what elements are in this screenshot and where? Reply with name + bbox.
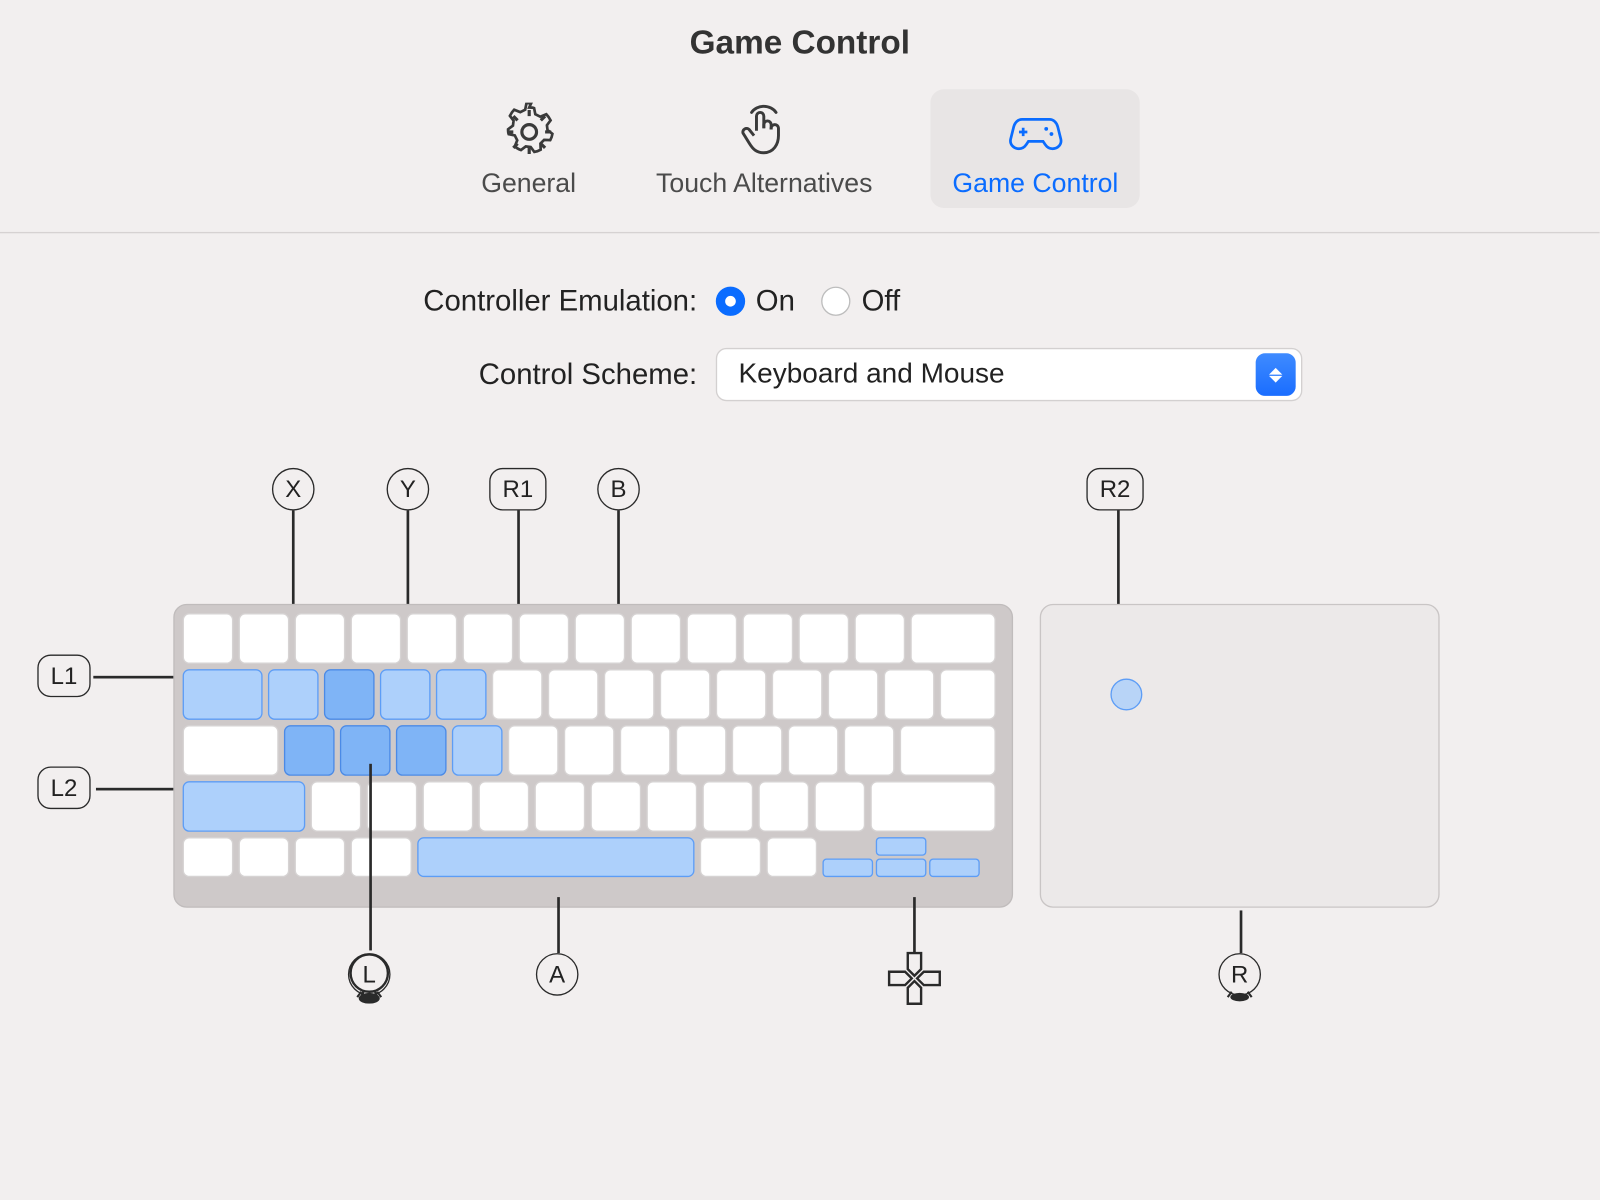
- s-key: [340, 725, 391, 776]
- tab-touch-alternatives[interactable]: Touch Alternatives: [635, 89, 894, 208]
- select-value: Keyboard and Mouse: [738, 359, 1004, 391]
- radio-label: On: [756, 284, 795, 319]
- radio-label: Off: [862, 284, 901, 319]
- divider: [0, 232, 1600, 233]
- r-key: [436, 669, 487, 720]
- game-controller-icon: [1006, 103, 1065, 162]
- thumbstick-base-icon: [355, 990, 384, 1006]
- dpad-icon: [886, 950, 942, 1006]
- control-scheme-row: Control Scheme: Keyboard and Mouse: [0, 348, 1600, 401]
- radio-dot-icon: [716, 287, 745, 316]
- callout-x: X: [272, 468, 315, 511]
- callout-r1: R1: [489, 468, 546, 511]
- callout-line: [557, 897, 559, 953]
- tab-game-control[interactable]: Game Control: [931, 89, 1140, 208]
- tab-label: General: [481, 169, 576, 200]
- callout-line: [1240, 910, 1242, 953]
- tab-general[interactable]: General: [460, 89, 598, 208]
- w-key: [324, 669, 375, 720]
- callout-line: [369, 764, 371, 951]
- gear-icon: [499, 103, 558, 162]
- callout-line: [96, 788, 179, 790]
- callout-l-stick: L: [348, 953, 391, 996]
- callout-b: B: [597, 468, 640, 511]
- controller-emulation-label: Controller Emulation:: [244, 284, 697, 319]
- keyboard-illustration: [173, 604, 1013, 908]
- shift-key: [183, 781, 306, 832]
- radio-dot-icon: [822, 287, 851, 316]
- emulation-on-radio[interactable]: On: [716, 284, 795, 319]
- select-stepper-icon: [1256, 353, 1296, 396]
- thumbstick-base-icon: [1225, 990, 1254, 1006]
- tab-bar: General Touch Alternatives Game Control: [0, 89, 1600, 232]
- callout-line: [913, 897, 915, 953]
- touch-hand-icon: [735, 103, 794, 162]
- trackpad-click-point: [1110, 678, 1142, 710]
- spacebar-key: [417, 837, 694, 877]
- keyboard-mapping-diagram: X Y R1 B R2 L1 L2: [0, 431, 1600, 1124]
- settings-section: Controller Emulation: On Off Control Sch…: [0, 284, 1600, 401]
- page-title: Game Control: [0, 0, 1600, 63]
- tab-label: Touch Alternatives: [656, 169, 872, 200]
- callout-a: A: [536, 953, 579, 996]
- callout-l2: L2: [37, 766, 90, 809]
- tab-key: [183, 669, 263, 720]
- controller-emulation-row: Controller Emulation: On Off: [0, 284, 1600, 319]
- control-scheme-label: Control Scheme:: [244, 357, 697, 392]
- callout-l1: L1: [37, 655, 90, 698]
- q-key: [268, 669, 319, 720]
- control-scheme-select[interactable]: Keyboard and Mouse: [716, 348, 1303, 401]
- a-key: [284, 725, 335, 776]
- trackpad-illustration: [1040, 604, 1440, 908]
- callout-r-stick: R: [1218, 953, 1261, 996]
- callout-r2: R2: [1086, 468, 1143, 511]
- e-key: [380, 669, 431, 720]
- callout-y: Y: [387, 468, 430, 511]
- arrow-keys: [822, 837, 982, 877]
- f-key: [452, 725, 503, 776]
- emulation-off-radio[interactable]: Off: [822, 284, 901, 319]
- tab-label: Game Control: [952, 169, 1118, 200]
- d-key: [396, 725, 447, 776]
- callout-line: [93, 676, 178, 678]
